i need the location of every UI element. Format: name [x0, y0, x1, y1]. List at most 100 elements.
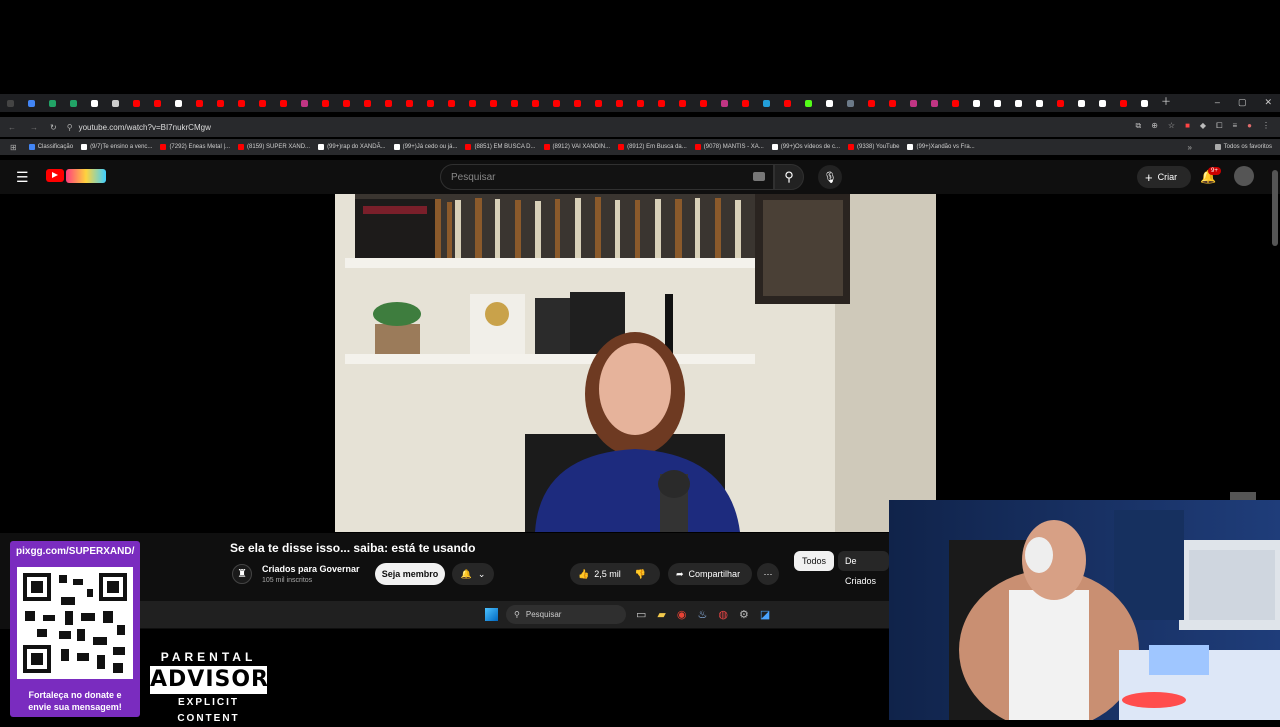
chrome-icon[interactable]: ◉ [677, 608, 687, 621]
browser-tab[interactable] [1029, 94, 1050, 112]
task-view-icon[interactable]: ▭ [636, 608, 646, 621]
bookmark-item[interactable]: (8912) VAI XANDIN... [543, 144, 610, 150]
browser-tab[interactable] [735, 94, 756, 112]
browser-tab[interactable] [210, 94, 231, 112]
forward-icon[interactable]: → [30, 123, 38, 132]
browser-tab[interactable] [1113, 94, 1134, 112]
browser-tab[interactable] [651, 94, 672, 112]
zoom-icon[interactable]: ⊕ [1151, 121, 1158, 131]
bookmark-item[interactable]: (8159) SUPER XAND... [238, 144, 310, 150]
browser-tab[interactable] [525, 94, 546, 112]
reload-icon[interactable]: ↻ [50, 123, 57, 132]
browser-tab[interactable] [1008, 94, 1029, 112]
browser-tab[interactable] [483, 94, 504, 112]
keyboard-icon[interactable] [753, 172, 765, 181]
app-icon[interactable]: ◪ [760, 608, 770, 621]
browser-tab[interactable] [861, 94, 882, 112]
filter-chip-all[interactable]: Todos [794, 551, 835, 571]
browser-tab[interactable] [840, 94, 861, 112]
browser-tab[interactable] [63, 94, 84, 112]
browser-tab[interactable] [378, 94, 399, 112]
browser-tab[interactable] [462, 94, 483, 112]
like-count[interactable]: 2,5 mil [594, 569, 621, 579]
browser-tab[interactable] [588, 94, 609, 112]
bookmark-item[interactable]: (9338) YouTube [848, 144, 899, 150]
browser-tab[interactable] [231, 94, 252, 112]
browser-tab[interactable] [189, 94, 210, 112]
bookmark-item[interactable]: (8912) Em Busca da... [618, 144, 687, 150]
browser-tab[interactable] [798, 94, 819, 112]
search-input[interactable]: Pesquisar [451, 172, 495, 183]
youtube-logo-icon[interactable] [46, 169, 64, 182]
join-member-button[interactable]: Seja membro [375, 563, 445, 585]
browser-tab[interactable] [987, 94, 1008, 112]
channel-avatar[interactable]: ♜ [232, 564, 252, 584]
browser-tab[interactable] [546, 94, 567, 112]
create-button[interactable]: + Criar [1137, 166, 1191, 188]
browser-tab[interactable] [21, 94, 42, 112]
browser-tab[interactable] [693, 94, 714, 112]
browser-tab[interactable] [168, 94, 189, 112]
profile-icon[interactable]: ● [1247, 121, 1252, 131]
bookmark-item[interactable]: Classificação [28, 144, 73, 150]
avatar[interactable] [1234, 166, 1254, 186]
browser-tab[interactable] [126, 94, 147, 112]
video-player[interactable] [335, 194, 936, 532]
apps-grid-icon[interactable]: ⊞ [10, 143, 17, 152]
page-scrollbar[interactable] [1272, 170, 1278, 246]
settings-icon[interactable]: ⚙ [739, 608, 749, 621]
browser-tab[interactable] [420, 94, 441, 112]
bookmark-item[interactable]: (99+)rap do XANDÃ... [318, 144, 386, 150]
bookmark-item[interactable]: (7292) Eneas Metal |... [160, 144, 230, 150]
maximize-icon[interactable]: ▢ [1238, 97, 1247, 108]
browser-tab[interactable] [1092, 94, 1113, 112]
bookmark-item[interactable]: (99+)Os vídeos de c... [771, 144, 840, 150]
app-icon[interactable]: ◍ [718, 608, 728, 621]
browser-tab[interactable] [294, 94, 315, 112]
browser-tab[interactable] [315, 94, 336, 112]
browser-tab[interactable] [1050, 94, 1071, 112]
browser-tab[interactable] [504, 94, 525, 112]
subscription-bell-button[interactable]: 🔔 ⌄ [452, 563, 494, 585]
bookmarks-overflow-icon[interactable]: » [1188, 143, 1192, 152]
browser-tab[interactable] [399, 94, 420, 112]
browser-tab[interactable] [630, 94, 651, 112]
browser-tab[interactable] [147, 94, 168, 112]
browser-tab[interactable] [1071, 94, 1092, 112]
hamburger-menu-icon[interactable]: ☰ [16, 169, 29, 186]
browser-tab[interactable] [84, 94, 105, 112]
extension-icon[interactable]: ◆ [1200, 121, 1206, 131]
browser-tab[interactable] [756, 94, 777, 112]
like-icon[interactable]: 👍 [578, 569, 589, 580]
minimize-icon[interactable]: – [1215, 97, 1220, 108]
browser-tab[interactable] [777, 94, 798, 112]
search-button[interactable]: ⚲ [774, 164, 804, 190]
extension-icon[interactable]: ■ [1185, 121, 1190, 131]
browser-tab[interactable] [105, 94, 126, 112]
steam-icon[interactable]: ♨ [697, 608, 707, 621]
browser-tab[interactable] [903, 94, 924, 112]
all-favorites[interactable]: Todos os favoritos [1214, 144, 1272, 150]
voice-search-button[interactable]: 🎙 [818, 165, 842, 189]
browser-tab[interactable] [252, 94, 273, 112]
new-tab-icon[interactable]: ＋ [1161, 98, 1171, 108]
more-actions-icon[interactable]: ⋯ [757, 563, 779, 585]
browser-tab[interactable] [819, 94, 840, 112]
windows-start-icon[interactable] [485, 608, 498, 621]
extensions-icon[interactable]: ⧠ [1216, 121, 1222, 131]
back-icon[interactable]: ← [8, 123, 16, 132]
menu-dots-icon[interactable]: ⋮ [1262, 121, 1270, 131]
search-box[interactable]: Pesquisar [440, 164, 774, 190]
browser-tab[interactable] [924, 94, 945, 112]
filter-chip-creator[interactable]: De Criados [838, 551, 889, 586]
browser-tab[interactable] [567, 94, 588, 112]
browser-tab[interactable] [1134, 94, 1155, 112]
bookmark-item[interactable]: (8851) EM BUSCA D... [465, 144, 536, 150]
share-button[interactable]: ➦ Compartilhar [668, 563, 752, 585]
bookmark-item[interactable]: (9078) MANTIS - XA... [694, 144, 764, 150]
bookmark-item[interactable]: (99+)Já cedo ou já... [393, 144, 457, 150]
browser-tab[interactable] [0, 94, 21, 112]
media-icon[interactable]: ≡ [1232, 121, 1237, 131]
file-explorer-icon[interactable]: ▰ [657, 608, 665, 621]
install-icon[interactable]: ⧉ [1135, 121, 1141, 131]
